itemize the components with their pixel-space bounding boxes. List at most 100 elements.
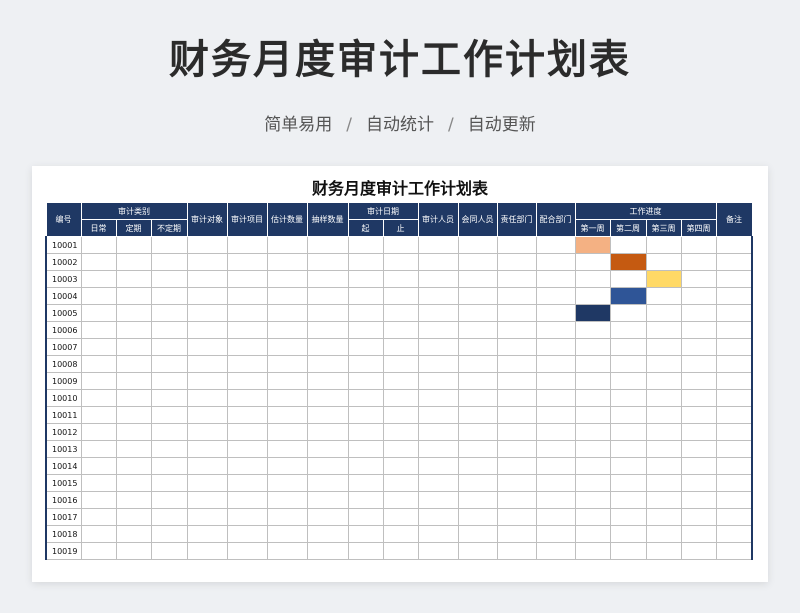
data-cell[interactable]: [417, 338, 459, 356]
progress-cell-week2[interactable]: [609, 389, 647, 407]
data-cell[interactable]: [535, 406, 576, 424]
col-daily-header[interactable]: 日常: [80, 219, 117, 237]
data-cell[interactable]: [496, 304, 537, 322]
progress-cell-week4[interactable]: [680, 372, 717, 390]
row-id-cell[interactable]: 10001: [45, 236, 82, 254]
data-cell[interactable]: [535, 440, 576, 458]
data-cell[interactable]: [80, 440, 117, 458]
row-id-cell[interactable]: 10002: [45, 253, 82, 271]
data-cell[interactable]: [306, 440, 349, 458]
progress-cell-week1[interactable]: [574, 406, 611, 424]
progress-fill-cell[interactable]: [609, 253, 647, 271]
data-cell[interactable]: [150, 508, 188, 526]
col-item-header[interactable]: 审计项目: [226, 202, 268, 237]
data-cell[interactable]: [382, 508, 419, 526]
data-cell[interactable]: [186, 474, 228, 492]
data-cell[interactable]: [306, 270, 349, 288]
data-cell[interactable]: [150, 270, 188, 288]
data-cell[interactable]: [186, 457, 228, 475]
data-cell[interactable]: [457, 440, 498, 458]
progress-cell-week4[interactable]: [680, 474, 717, 492]
data-cell[interactable]: [496, 491, 537, 509]
data-cell[interactable]: [535, 338, 576, 356]
row-id-cell[interactable]: 10006: [45, 321, 82, 339]
data-cell[interactable]: [115, 491, 152, 509]
progress-cell-week3[interactable]: [645, 491, 682, 509]
data-cell[interactable]: [115, 525, 152, 543]
data-cell[interactable]: [715, 355, 753, 373]
data-cell[interactable]: [306, 355, 349, 373]
data-cell[interactable]: [115, 542, 152, 560]
data-cell[interactable]: [115, 406, 152, 424]
data-cell[interactable]: [496, 372, 537, 390]
data-cell[interactable]: [150, 372, 188, 390]
row-id-cell[interactable]: 10008: [45, 355, 82, 373]
col-periodic-header[interactable]: 定期: [115, 219, 152, 237]
data-cell[interactable]: [80, 389, 117, 407]
progress-cell-week2[interactable]: [609, 372, 647, 390]
col-week2-header[interactable]: 第二周: [609, 219, 647, 237]
data-cell[interactable]: [535, 253, 576, 271]
progress-cell-week3[interactable]: [645, 287, 682, 305]
data-cell[interactable]: [382, 491, 419, 509]
data-cell[interactable]: [496, 355, 537, 373]
data-cell[interactable]: [347, 440, 384, 458]
data-cell[interactable]: [382, 525, 419, 543]
data-cell[interactable]: [150, 253, 188, 271]
data-cell[interactable]: [715, 542, 753, 560]
data-cell[interactable]: [457, 287, 498, 305]
data-cell[interactable]: [347, 423, 384, 441]
progress-cell-week1[interactable]: [574, 372, 611, 390]
data-cell[interactable]: [535, 457, 576, 475]
col-id-header[interactable]: 编号: [45, 202, 82, 237]
data-cell[interactable]: [715, 372, 753, 390]
data-cell[interactable]: [457, 253, 498, 271]
data-cell[interactable]: [715, 389, 753, 407]
data-cell[interactable]: [457, 355, 498, 373]
data-cell[interactable]: [535, 474, 576, 492]
data-cell[interactable]: [496, 389, 537, 407]
data-cell[interactable]: [715, 253, 753, 271]
data-cell[interactable]: [347, 508, 384, 526]
data-cell[interactable]: [347, 287, 384, 305]
progress-cell-week1[interactable]: [574, 287, 611, 305]
data-cell[interactable]: [150, 423, 188, 441]
data-cell[interactable]: [417, 321, 459, 339]
data-cell[interactable]: [382, 304, 419, 322]
progress-cell-week1[interactable]: [574, 270, 611, 288]
data-cell[interactable]: [226, 525, 268, 543]
data-cell[interactable]: [186, 389, 228, 407]
data-cell[interactable]: [80, 338, 117, 356]
data-cell[interactable]: [382, 389, 419, 407]
progress-cell-week2[interactable]: [609, 508, 647, 526]
data-cell[interactable]: [226, 508, 268, 526]
data-cell[interactable]: [496, 287, 537, 305]
data-cell[interactable]: [186, 321, 228, 339]
data-cell[interactable]: [496, 474, 537, 492]
data-cell[interactable]: [382, 253, 419, 271]
data-cell[interactable]: [535, 270, 576, 288]
row-id-cell[interactable]: 10007: [45, 338, 82, 356]
col-auditor-header[interactable]: 审计人员: [417, 202, 459, 237]
row-id-cell[interactable]: 10011: [45, 406, 82, 424]
data-cell[interactable]: [715, 287, 753, 305]
progress-cell-week2[interactable]: [609, 474, 647, 492]
data-cell[interactable]: [186, 287, 228, 305]
data-cell[interactable]: [150, 355, 188, 373]
data-cell[interactable]: [80, 525, 117, 543]
data-cell[interactable]: [457, 457, 498, 475]
data-cell[interactable]: [347, 338, 384, 356]
data-cell[interactable]: [226, 423, 268, 441]
data-cell[interactable]: [306, 304, 349, 322]
data-cell[interactable]: [417, 406, 459, 424]
data-cell[interactable]: [496, 321, 537, 339]
data-cell[interactable]: [417, 525, 459, 543]
data-cell[interactable]: [266, 474, 308, 492]
data-cell[interactable]: [306, 406, 349, 424]
data-cell[interactable]: [266, 236, 308, 254]
data-cell[interactable]: [417, 423, 459, 441]
progress-cell-week4[interactable]: [680, 355, 717, 373]
data-cell[interactable]: [80, 253, 117, 271]
col-sample-header[interactable]: 抽样数量: [306, 202, 349, 237]
data-cell[interactable]: [496, 270, 537, 288]
